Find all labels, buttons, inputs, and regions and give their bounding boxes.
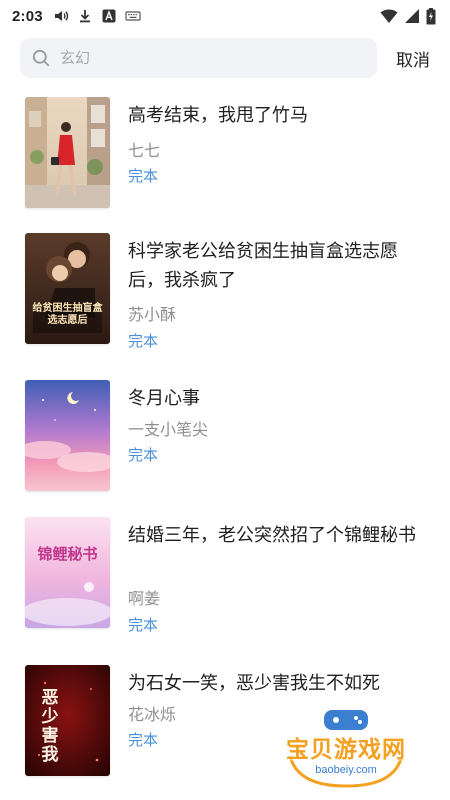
- book-title[interactable]: 为石女一笑，恶少害我生不如死: [128, 669, 418, 698]
- search-input[interactable]: [60, 49, 350, 67]
- book-author: 七七: [128, 141, 161, 160]
- battery-icon: [426, 7, 436, 24]
- watermark-title: 宝贝游戏网: [286, 737, 406, 763]
- status-time: 2:03: [12, 7, 43, 25]
- status-bar: 2:03: [0, 0, 450, 32]
- signal-icon: [405, 9, 419, 23]
- volume-icon: [54, 11, 68, 21]
- watermark-url: baobeiy.com: [315, 764, 377, 776]
- wifi-icon: [380, 9, 398, 23]
- book-item[interactable]: 冬月心事 一支小笔尖 完本: [0, 380, 450, 495]
- book-status: 完本: [128, 332, 159, 350]
- status-bar-right: [380, 7, 436, 25]
- book-cover[interactable]: 给贫困生抽盲盒选志愿后: [25, 233, 110, 344]
- book-cover[interactable]: 锦鲤秘书: [25, 517, 110, 628]
- book-author: 啊姜: [128, 589, 161, 608]
- book-author: 花冰烁: [128, 705, 177, 724]
- book-status: 完本: [128, 731, 159, 749]
- book-title[interactable]: 高考结束，我甩了竹马: [128, 101, 418, 130]
- search-icon: [32, 49, 50, 67]
- book-author: 一支小笔尖: [128, 420, 209, 439]
- status-bar-left: 2:03: [12, 8, 141, 25]
- search-row: 取消: [20, 38, 430, 78]
- book-status: 完本: [128, 446, 159, 464]
- cancel-button[interactable]: 取消: [386, 38, 430, 78]
- search-box[interactable]: [20, 38, 377, 78]
- book-cover[interactable]: 恶少害我: [25, 665, 110, 776]
- cover-illustration-street-girl: [25, 97, 110, 208]
- book-title[interactable]: 冬月心事: [128, 384, 418, 413]
- book-item[interactable]: 锦鲤秘书 结婚三年，老公突然招了个锦鲤秘书 啊姜 完本: [0, 517, 450, 634]
- download-icon: [79, 10, 90, 23]
- book-author: 苏小酥: [128, 305, 177, 324]
- book-item[interactable]: 给贫困生抽盲盒选志愿后 科学家老公给贫困生抽盲盒选志愿后，我杀疯了 苏小酥 完本: [0, 233, 450, 350]
- cover-title-text: 锦鲤秘书: [37, 545, 98, 563]
- cover-illustration-moon-sky: [25, 380, 110, 491]
- book-item[interactable]: 高考结束，我甩了竹马 七七 完本: [0, 97, 450, 212]
- app-a-icon: [102, 9, 116, 23]
- book-status: 完本: [128, 616, 159, 634]
- cover-illustration-couple: [25, 233, 110, 344]
- book-title[interactable]: 结婚三年，老公突然招了个锦鲤秘书: [128, 521, 418, 550]
- book-cover[interactable]: [25, 380, 110, 491]
- cover-illustration-pink-sky: [25, 517, 110, 628]
- status-icons-left: [53, 8, 141, 24]
- watermark-logo: 宝贝游戏网 baobeiy.com: [276, 706, 416, 790]
- book-title[interactable]: 科学家老公给贫困生抽盲盒选志愿后，我杀疯了: [128, 237, 418, 295]
- book-status: 完本: [128, 167, 159, 185]
- book-cover[interactable]: [25, 97, 110, 208]
- keyboard-icon: [125, 11, 141, 21]
- cover-title-text: 给贫困生抽盲盒选志愿后: [32, 303, 103, 326]
- cover-title-text: 恶少害我: [41, 688, 59, 765]
